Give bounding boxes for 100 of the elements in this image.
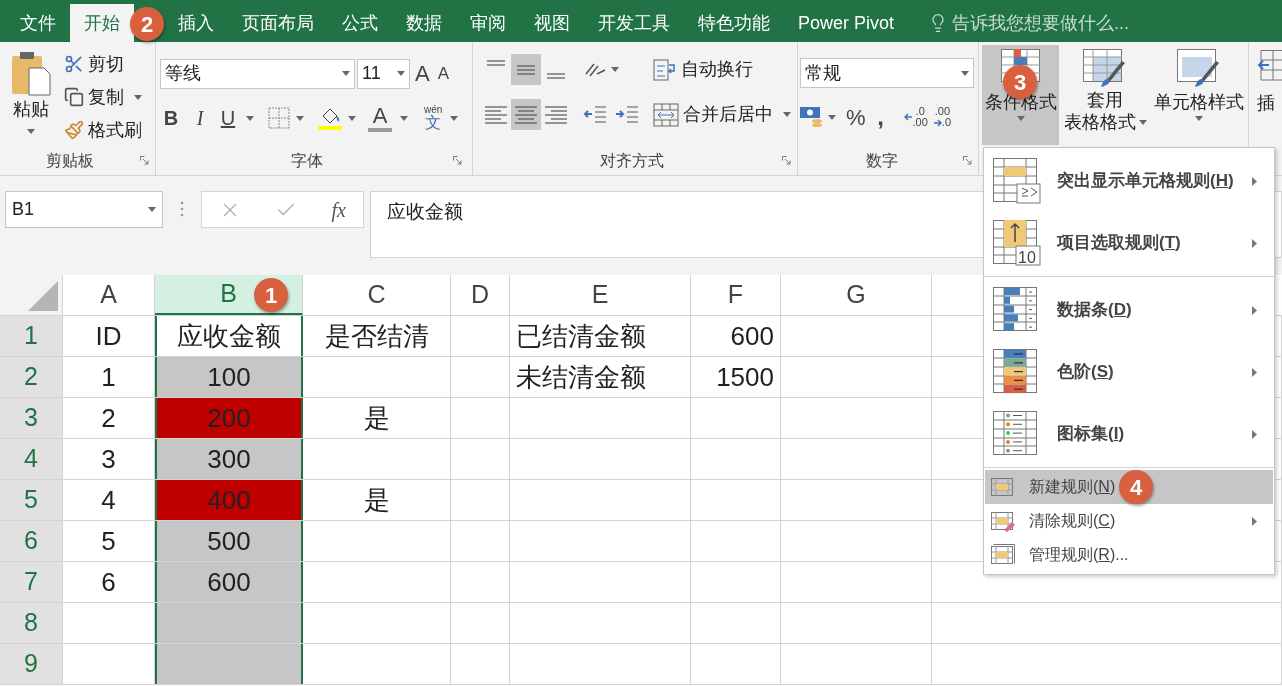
align-bottom-icon [547, 73, 565, 79]
ribbon-tab[interactable]: 开发工具 [584, 4, 684, 42]
column-header[interactable]: B 1 [155, 275, 303, 315]
cell-brush-icon [1176, 49, 1221, 89]
shrink-font-button[interactable]: A [434, 60, 453, 87]
underline-button[interactable]: U [218, 103, 238, 133]
name-box[interactable]: B1 [5, 191, 163, 228]
ribbon-tab[interactable]: 文件 [6, 4, 70, 42]
caret-icon [1016, 116, 1025, 121]
menu-item[interactable]: 清除规则(C) [985, 504, 1273, 538]
row-header[interactable]: 6 [0, 521, 63, 561]
caret-icon [134, 94, 142, 100]
table-cell: 500 [155, 521, 303, 561]
row-header[interactable]: 8 [0, 603, 63, 643]
clear-rules-icon [991, 510, 1015, 532]
menu-item[interactable]: 新建规则(N) 4 [985, 470, 1273, 504]
font-color-button[interactable]: A [368, 104, 392, 132]
increase-decimal-button[interactable]: .0 .00 [903, 106, 928, 128]
ribbon-tab[interactable]: 插入 [164, 4, 228, 42]
table-cell: 300 [155, 439, 303, 479]
borders-button[interactable] [268, 107, 304, 129]
dialog-launcher-icon[interactable] [140, 156, 149, 165]
wrap-text-button[interactable]: 自动换行 [653, 54, 791, 85]
step-badge: 4 [1119, 470, 1154, 504]
ribbon-tab[interactable]: 公式 [328, 4, 392, 42]
row-header[interactable]: 1 [0, 316, 63, 356]
new-rule-icon [991, 476, 1015, 498]
align-left-icon [485, 105, 507, 124]
cell-styles-button[interactable]: 单元格样式 [1151, 45, 1246, 145]
font-family-dropdown[interactable]: 等线 [160, 58, 355, 89]
ribbon-tab[interactable]: 数据 [392, 4, 456, 42]
column-header[interactable]: E [510, 275, 691, 315]
caret-icon [1138, 119, 1147, 125]
ribbon-tab[interactable]: 视图 [520, 4, 584, 42]
table-cell: 400 [155, 480, 303, 520]
bold-button[interactable]: B [160, 103, 182, 133]
caret-icon [27, 129, 35, 134]
number-format-dropdown[interactable]: 常规 [800, 58, 974, 88]
column-header[interactable]: F [691, 275, 781, 315]
ribbon-tab[interactable]: 审阅 [456, 4, 520, 42]
format-painter-button[interactable]: 格式刷 [64, 116, 142, 144]
caret-icon [1194, 116, 1203, 121]
align-button[interactable] [511, 99, 541, 130]
group-title: 剪贴板 [46, 151, 94, 171]
row-header[interactable]: 7 [0, 562, 63, 602]
ribbon-tab[interactable]: 开始 [70, 4, 134, 42]
clipboard-icon [11, 50, 51, 96]
font-size-dropdown[interactable]: 11 [357, 58, 410, 89]
caret-icon [611, 67, 619, 72]
dialog-launcher-icon[interactable] [782, 156, 791, 165]
dialog-launcher-icon[interactable] [453, 156, 462, 165]
caret-icon [400, 115, 408, 121]
step-badge: 1 [254, 278, 288, 312]
ribbon-tab[interactable]: Power Pivot [784, 4, 909, 42]
row-header[interactable]: 9 [0, 644, 63, 684]
copy-icon [64, 87, 84, 107]
decrease-decimal-button[interactable]: .00 .0 [933, 106, 952, 128]
row-header[interactable]: 4 [0, 439, 63, 479]
decrease-indent-icon[interactable] [583, 103, 607, 126]
group-title: 对齐方式 [599, 151, 664, 171]
ribbon-tab[interactable]: 特色功能 [684, 4, 784, 42]
dialog-launcher-icon[interactable] [963, 156, 972, 165]
merge-cells-icon [653, 102, 679, 127]
column-header[interactable]: D [451, 275, 510, 315]
align-button[interactable] [511, 54, 541, 85]
right-arrow-icon [933, 118, 942, 127]
table-cell: 应收金额 [155, 316, 303, 356]
row-header[interactable]: 2 [0, 357, 63, 397]
merge-center-button[interactable]: 合并后居中 [653, 99, 791, 130]
menu-item[interactable]: 图标集(I) [985, 403, 1273, 465]
comma-button[interactable]: , [871, 99, 890, 135]
scissors-icon [64, 54, 84, 74]
phonetic-button[interactable]: wén 文 [424, 105, 443, 131]
tell-me-field[interactable]: 告诉我您想要做什么... [952, 9, 1130, 37]
italic-button[interactable]: I [190, 103, 210, 133]
increase-indent-icon[interactable] [615, 103, 639, 126]
copy-button[interactable]: 复制 [64, 83, 142, 111]
table-cell: 100 [155, 357, 303, 397]
format-as-table-button[interactable]: 套用 表格格式 [1063, 45, 1147, 145]
table-brush-icon [1083, 49, 1127, 89]
row-header[interactable]: 5 [0, 480, 63, 520]
menu-item[interactable]: 色阶(S) [985, 341, 1273, 403]
paste-button[interactable]: 粘贴 [8, 50, 54, 149]
insert-function-button[interactable]: fx [331, 194, 346, 225]
percent-button[interactable]: % [846, 100, 866, 134]
align-right-icon [545, 105, 567, 124]
group-title: 字体 [290, 151, 323, 171]
column-header[interactable]: G [781, 275, 932, 315]
column-header[interactable]: C [303, 275, 451, 315]
caret-icon [397, 71, 405, 76]
grow-font-button[interactable]: A [412, 57, 433, 90]
fill-color-button[interactable] [318, 106, 356, 130]
ribbon-tab[interactable]: 页面布局 [228, 4, 328, 42]
menu-item[interactable]: 数据条(D) [985, 279, 1273, 341]
menu-item[interactable]: 管理规则(R)... [985, 538, 1273, 572]
row-header[interactable]: 3 [0, 398, 63, 438]
currency-button[interactable] [800, 105, 836, 129]
column-header[interactable]: A [63, 275, 155, 315]
caret-icon [148, 207, 156, 212]
cut-button[interactable]: 剪切 [64, 50, 142, 78]
